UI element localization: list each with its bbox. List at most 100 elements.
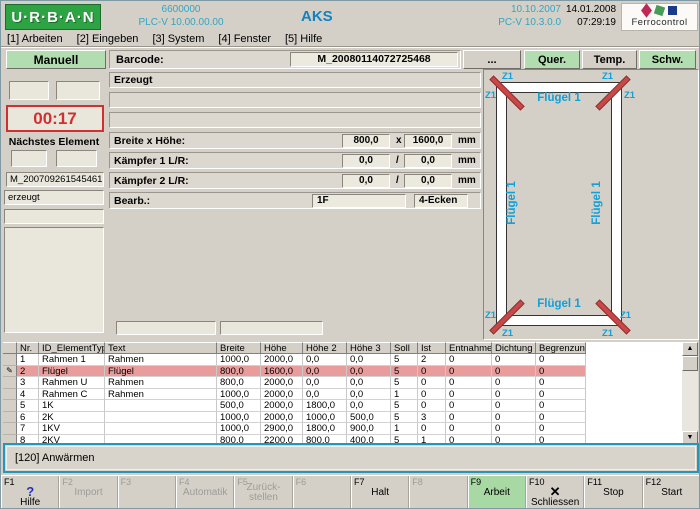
table-cell: 3 (17, 377, 39, 389)
height-value: 1600,0 (404, 134, 452, 148)
ecken-value: 4-Ecken (414, 194, 468, 208)
part-label-bottom: Flügel 1 (524, 298, 594, 310)
table-cell: 0 (418, 389, 446, 401)
fkey-f11[interactable]: F11Stop (584, 476, 642, 509)
scrollbar-thumb[interactable] (682, 356, 698, 371)
plc-version: PLC-V 10.00.00.00 (111, 16, 251, 29)
fkey-number: F1 (4, 477, 15, 487)
menu-eingeben[interactable]: [2] Eingeben (77, 33, 139, 45)
menu-fenster[interactable]: [4] Fenster (218, 33, 271, 45)
table-column-header[interactable]: Begrenzung (536, 342, 586, 354)
table-cell: 0 (536, 366, 586, 378)
table-cell: Rahmen (105, 389, 217, 401)
temp-button[interactable]: Temp. (582, 50, 637, 69)
pc-version: PC-V 10.3.0.0 (481, 16, 561, 29)
table-row[interactable]: 3Rahmen URahmen800,02000,00,00,050000 (3, 377, 586, 389)
table-column-header[interactable]: Höhe 3 (347, 342, 391, 354)
table-row[interactable]: 1Rahmen 1Rahmen1000,02000,00,00,052000 (3, 354, 586, 366)
fkey-f2[interactable]: F2Import (59, 476, 117, 509)
row-selector[interactable] (3, 423, 17, 435)
scroll-up-icon[interactable]: ▲ (682, 342, 698, 356)
fkey-number: F4 (179, 477, 190, 487)
row-selector[interactable] (3, 354, 17, 366)
table-row[interactable]: ✎2FlügelFlügel800,01600,00,00,050000 (3, 366, 586, 378)
fkey-f8[interactable]: F8 (409, 476, 467, 509)
table-cell (105, 423, 217, 435)
next-field-1 (11, 150, 47, 167)
fkey-f12[interactable]: F12Start (643, 476, 700, 509)
corner-label-z1: Z1 (620, 310, 631, 321)
part-label-left: Flügel 1 (506, 168, 518, 238)
table-cell: 0,0 (303, 389, 347, 401)
table-cell: 5 (391, 400, 418, 412)
fkey-label: Arbeit (484, 488, 510, 498)
barcode-label: Barcode: (116, 54, 164, 66)
fkey-f5[interactable]: F5Zurück- stellen (234, 476, 292, 509)
menu-hilfe[interactable]: [5] Hilfe (285, 33, 322, 45)
fkey-f6[interactable]: F6 (293, 476, 351, 509)
table-cell: 1600,0 (261, 366, 303, 378)
table-column-header[interactable]: Höhe (261, 342, 303, 354)
row-edit-indicator-icon[interactable]: ✎ (3, 366, 17, 378)
table-column-header[interactable]: Höhe 2 (303, 342, 347, 354)
table-column-header[interactable]: Dichtung (492, 342, 536, 354)
kaempfer1-unit: mm (458, 155, 476, 166)
left-field-1 (9, 81, 49, 100)
table-column-header[interactable]: ID_ElementTyp (39, 342, 105, 354)
kaempfer2-label: Kämpfer 2 L/R: (114, 175, 189, 187)
corner-label-z1: Z1 (485, 310, 496, 321)
table-cell: 2 (17, 366, 39, 378)
part-label-right: Flügel 1 (591, 168, 603, 238)
table-cell: 3 (418, 412, 446, 424)
corner-label-z1: Z1 (602, 71, 613, 82)
table-cell: 0 (418, 377, 446, 389)
row-selector[interactable] (3, 377, 17, 389)
menu-bar: [1] Arbeiten [2] Eingeben [3] System [4]… (1, 32, 700, 47)
more-button[interactable]: ... (463, 50, 521, 69)
fkey-f7[interactable]: F7Halt (351, 476, 409, 509)
table-row[interactable]: 4Rahmen CRahmen1000,02000,00,00,010000 (3, 389, 586, 401)
fkey-f4[interactable]: F4Automatik (176, 476, 234, 509)
row-selector[interactable] (3, 400, 17, 412)
menu-system[interactable]: [3] System (152, 33, 204, 45)
fkey-f10[interactable]: F10✕Schliessen (526, 476, 584, 509)
table-cell: 800,0 (217, 377, 261, 389)
mode-button-manuell[interactable]: Manuell (6, 50, 106, 69)
table-column-header[interactable]: Breite (217, 342, 261, 354)
fkey-f9[interactable]: F9Arbeit (468, 476, 526, 509)
table-scrollbar[interactable]: ▲ ▼ (682, 342, 698, 445)
table-cell: 0,0 (347, 354, 391, 366)
urban-logo-text: U·R·B·A·N (11, 9, 94, 26)
table-column-header[interactable]: Text (105, 342, 217, 354)
row-selector[interactable] (3, 412, 17, 424)
fkey-f1[interactable]: F1?Hilfe (1, 476, 59, 509)
row-selector[interactable] (3, 389, 17, 401)
table-cell: 7 (17, 423, 39, 435)
table-cell: 0 (536, 412, 586, 424)
bearb-label: Bearb.: (114, 195, 150, 207)
table-cell: 0 (492, 366, 536, 378)
table-column-header[interactable]: Soll (391, 342, 418, 354)
table-cell: 6 (17, 412, 39, 424)
table-cell: 2000,0 (261, 412, 303, 424)
table-column-header[interactable]: Entnahme (446, 342, 492, 354)
quer-button[interactable]: Quer. (524, 50, 580, 69)
detail-field-1 (109, 92, 481, 108)
table-cell: 5 (391, 366, 418, 378)
table-row[interactable]: 51K500,02000,01800,00,050000 (3, 400, 586, 412)
fkey-f3[interactable]: F3 (118, 476, 176, 509)
schw-button[interactable]: Schw. (639, 50, 696, 69)
table-row[interactable]: 71KV1000,02900,01800,0900,010000 (3, 423, 586, 435)
table-cell: 2K (39, 412, 105, 424)
menu-arbeiten[interactable]: [1] Arbeiten (7, 33, 63, 45)
barcode-input[interactable]: M_20080114072725468 (290, 52, 458, 67)
table-cell: 0 (536, 377, 586, 389)
next-element-label: Nächstes Element (3, 136, 105, 148)
table-row[interactable]: 62K1000,02000,01000,0500,053000 (3, 412, 586, 424)
table-cell: 0 (446, 400, 492, 412)
fkey-number: F10 (529, 477, 545, 487)
fkey-label: Hilfe (20, 498, 40, 508)
app-window: U·R·B·A·N 6600000 PLC-V 10.00.00.00 AKS … (0, 0, 700, 509)
table-column-header[interactable]: Ist (418, 342, 446, 354)
table-column-header[interactable]: Nr. (17, 342, 39, 354)
